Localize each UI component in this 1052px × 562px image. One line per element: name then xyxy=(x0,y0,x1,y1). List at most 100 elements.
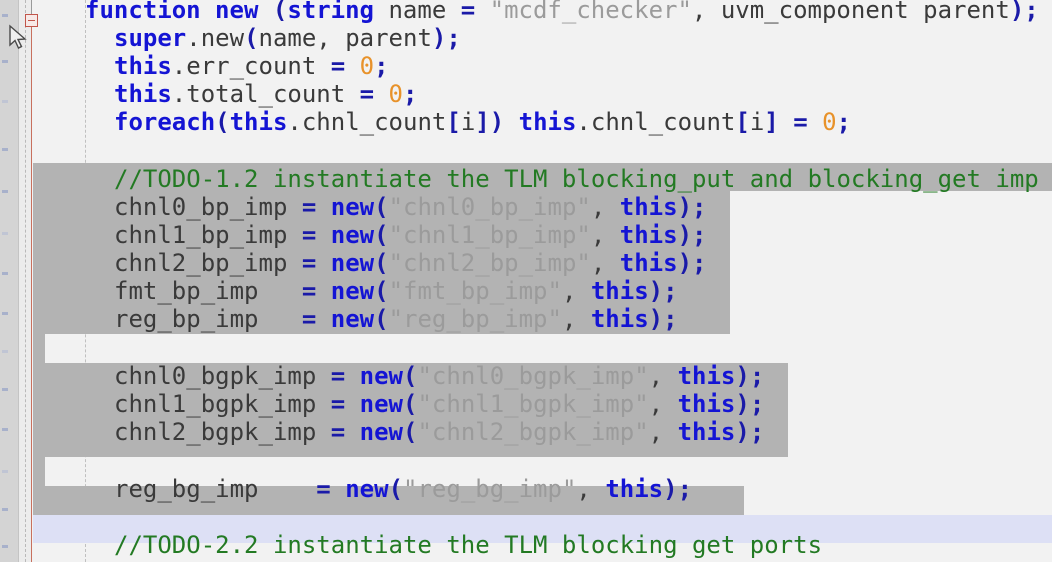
token-punc: = xyxy=(330,362,346,390)
token-punc: ; xyxy=(749,362,765,390)
token-id: chnl1_bgpk_imp xyxy=(114,390,331,418)
code-line[interactable]: reg_bg_imp = new("reg_bg_imp", this); xyxy=(33,475,692,503)
token-id xyxy=(258,0,272,24)
token-id xyxy=(316,305,330,333)
code-line[interactable]: fmt_bp_imp = new("fmt_bp_imp", this); xyxy=(33,277,678,305)
token-punc: ) xyxy=(735,418,750,446)
token-id: , xyxy=(590,193,620,221)
token-punc: ; xyxy=(374,52,389,80)
token-punc: ) xyxy=(735,390,750,418)
token-punc: ( xyxy=(374,277,389,305)
token-str: "chnl2_bp_imp" xyxy=(388,249,591,277)
token-id: .chnl_count xyxy=(287,108,447,136)
token-kw: new xyxy=(330,193,375,221)
overview-ruler-mark xyxy=(2,470,8,473)
token-id: name, parent xyxy=(258,24,432,52)
token-id: new xyxy=(200,24,245,52)
token-id: .chnl_count xyxy=(576,108,736,136)
token-punc: ( xyxy=(244,24,259,52)
token-str: "reg_bg_imp" xyxy=(403,475,577,503)
token-kw: this xyxy=(590,277,649,305)
token-punc: ; xyxy=(749,418,765,446)
code-editor[interactable]: function new (string name = "mcdf_checke… xyxy=(0,0,1052,562)
token-id: chnl2_bgpk_imp xyxy=(114,418,331,446)
token-id xyxy=(504,108,518,136)
token-kw: foreach xyxy=(114,108,216,136)
overview-ruler-mark xyxy=(2,272,8,275)
code-surface[interactable]: function new (string name = "mcdf_checke… xyxy=(33,0,1052,562)
token-punc: ( xyxy=(374,305,389,333)
token-kw: new xyxy=(330,305,375,333)
token-punc: = xyxy=(301,193,317,221)
token-kw: new xyxy=(330,221,375,249)
code-line[interactable]: reg_bp_imp = new("reg_bp_imp", this); xyxy=(33,305,678,333)
token-id xyxy=(316,221,330,249)
token-kw: this xyxy=(518,108,577,136)
code-line[interactable]: foreach(this.chnl_count[i]) this.chnl_co… xyxy=(33,108,851,136)
code-line[interactable]: //TODO-1.2 instantiate the TLM blocking_… xyxy=(33,165,1039,193)
overview-ruler-mark xyxy=(2,312,8,315)
token-kw: super xyxy=(114,24,187,52)
token-punc: = xyxy=(793,108,808,136)
token-id: , xyxy=(590,249,620,277)
overview-ruler-mark xyxy=(2,508,8,511)
token-punc: ; xyxy=(692,193,707,221)
code-line[interactable]: chnl2_bgpk_imp = new("chnl2_bgpk_imp", t… xyxy=(33,418,764,446)
code-line[interactable]: super.new(name, parent); xyxy=(33,24,461,52)
code-line[interactable]: chnl1_bgpk_imp = new("chnl1_bgpk_imp", t… xyxy=(33,390,764,418)
overview-ruler-mark xyxy=(2,190,8,193)
code-line[interactable]: chnl1_bp_imp = new("chnl1_bp_imp", this)… xyxy=(33,221,706,249)
token-punc: = xyxy=(316,475,331,503)
token-id: fmt_bp_imp xyxy=(114,277,302,305)
token-id: .total_count xyxy=(171,80,360,108)
token-id: . xyxy=(186,24,201,52)
token-id xyxy=(374,80,388,108)
token-num: 0 xyxy=(822,108,837,136)
token-id: , xyxy=(590,221,620,249)
token-id: , xyxy=(648,362,678,390)
token-str: "chnl0_bp_imp" xyxy=(388,193,591,221)
token-id: chnl0_bp_imp xyxy=(114,193,302,221)
token-punc: ; xyxy=(677,475,693,503)
token-punc: ) xyxy=(677,249,693,277)
token-punc: ; xyxy=(749,390,765,418)
token-punc: ) xyxy=(431,24,447,52)
token-num: 0 xyxy=(388,80,403,108)
code-line[interactable]: this.total_count = 0; xyxy=(33,80,417,108)
token-cmt: //TODO-1.2 instantiate the TLM blocking_… xyxy=(114,165,1039,193)
token-id: , xyxy=(576,475,606,503)
token-str: "reg_bp_imp" xyxy=(388,305,562,333)
token-id: reg_bg_imp xyxy=(114,475,317,503)
token-id: , xyxy=(648,390,678,418)
overview-ruler-mark xyxy=(2,545,8,548)
token-punc: ) xyxy=(648,305,664,333)
code-line[interactable]: chnl2_bp_imp = new("chnl2_bp_imp", this)… xyxy=(33,249,706,277)
token-punc: ; xyxy=(663,277,678,305)
overview-ruler[interactable] xyxy=(0,0,19,562)
token-punc: ( xyxy=(374,193,389,221)
token-kw: this xyxy=(619,249,678,277)
token-punc: = xyxy=(330,52,346,80)
token-id: , xyxy=(648,418,678,446)
code-line[interactable]: this.err_count = 0; xyxy=(33,52,389,80)
fold-region-line xyxy=(31,22,32,562)
code-line[interactable]: chnl0_bp_imp = new("chnl0_bp_imp", this)… xyxy=(33,193,706,221)
token-punc: ( xyxy=(272,0,288,24)
fold-gutter-dashed-line xyxy=(25,0,26,562)
token-kw: this xyxy=(114,52,172,80)
code-line[interactable]: chnl0_bgpk_imp = new("chnl0_bgpk_imp", t… xyxy=(33,362,764,390)
token-id: , xyxy=(691,0,721,24)
token-id xyxy=(345,362,359,390)
token-kw: this xyxy=(605,475,664,503)
token-punc: ) xyxy=(1009,0,1025,24)
code-line[interactable]: function new (string name = "mcdf_checke… xyxy=(33,0,1039,24)
token-id: reg_bp_imp xyxy=(114,305,302,333)
token-punc: ) xyxy=(677,193,693,221)
token-str: "mcdf_checker" xyxy=(489,0,692,24)
token-id: i xyxy=(460,108,476,136)
token-num: 0 xyxy=(359,52,375,80)
token-id: .err_count xyxy=(171,52,331,80)
token-punc: ] xyxy=(475,108,490,136)
token-id xyxy=(331,475,345,503)
code-line[interactable]: //TODO-2.2 instantiate the TLM blocking … xyxy=(33,531,822,559)
